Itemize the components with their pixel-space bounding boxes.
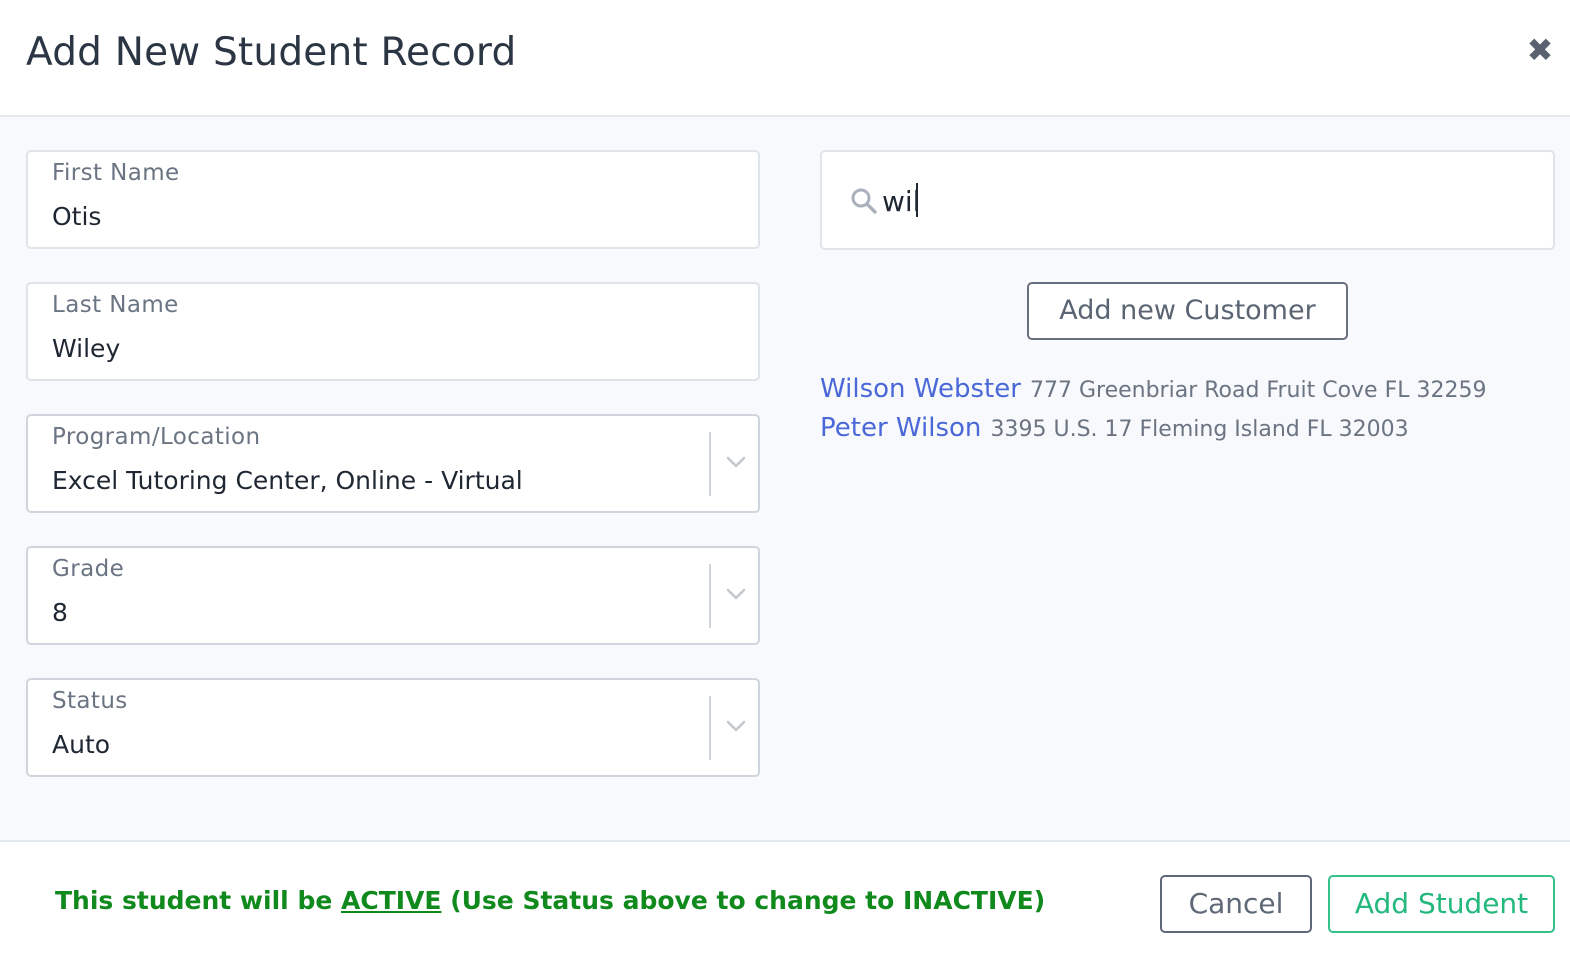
dialog-header: Add New Student Record ✖ bbox=[0, 0, 1570, 117]
status-label: Status bbox=[52, 688, 128, 714]
result-customer-name[interactable]: Wilson Webster bbox=[820, 374, 1021, 404]
chevron-down-icon[interactable] bbox=[724, 450, 748, 474]
cancel-button[interactable]: Cancel bbox=[1160, 875, 1312, 933]
program-location-value[interactable]: Excel Tutoring Center, Online - Virtual bbox=[52, 466, 692, 495]
grade-label: Grade bbox=[52, 556, 125, 582]
search-result-item[interactable]: Peter Wilson 3395 U.S. 17 Fleming Island… bbox=[820, 413, 1409, 443]
dialog-title: Add New Student Record bbox=[26, 30, 517, 75]
select-divider bbox=[709, 432, 711, 496]
customer-search-box[interactable] bbox=[820, 150, 1555, 250]
program-location-label: Program/Location bbox=[52, 424, 261, 450]
status-select[interactable]: Status Auto bbox=[26, 678, 760, 777]
grade-select[interactable]: Grade 8 bbox=[26, 546, 760, 645]
result-customer-address: 3395 U.S. 17 Fleming Island FL 32003 bbox=[990, 417, 1409, 442]
status-value[interactable]: Auto bbox=[52, 730, 692, 759]
select-divider bbox=[709, 564, 711, 628]
customer-search-input[interactable] bbox=[882, 182, 1482, 220]
first-name-value[interactable]: Otis bbox=[52, 202, 692, 231]
status-note: This student will be ACTIVE (Use Status … bbox=[55, 886, 1045, 915]
first-name-field[interactable]: First Name Otis bbox=[26, 150, 760, 249]
last-name-value[interactable]: Wiley bbox=[52, 334, 692, 363]
search-icon bbox=[851, 188, 877, 214]
program-location-select[interactable]: Program/Location Excel Tutoring Center, … bbox=[26, 414, 760, 513]
last-name-field[interactable]: Last Name Wiley bbox=[26, 282, 760, 381]
status-note-prefix: This student will be bbox=[55, 886, 341, 915]
select-divider bbox=[709, 696, 711, 760]
text-cursor bbox=[916, 183, 918, 217]
result-customer-name[interactable]: Peter Wilson bbox=[820, 413, 981, 443]
last-name-label: Last Name bbox=[52, 292, 179, 318]
close-icon[interactable]: ✖ bbox=[1524, 32, 1556, 68]
search-result-item[interactable]: Wilson Webster 777 Greenbriar Road Fruit… bbox=[820, 374, 1486, 404]
first-name-label: First Name bbox=[52, 160, 180, 186]
add-student-button[interactable]: Add Student bbox=[1328, 875, 1555, 933]
status-note-active: ACTIVE bbox=[341, 886, 442, 915]
result-customer-address: 777 Greenbriar Road Fruit Cove FL 32259 bbox=[1029, 378, 1487, 403]
chevron-down-icon[interactable] bbox=[724, 582, 748, 606]
chevron-down-icon[interactable] bbox=[724, 714, 748, 738]
add-new-customer-button[interactable]: Add new Customer bbox=[1027, 282, 1348, 340]
status-note-suffix: (Use Status above to change to INACTIVE) bbox=[441, 886, 1046, 915]
grade-value[interactable]: 8 bbox=[52, 598, 692, 627]
